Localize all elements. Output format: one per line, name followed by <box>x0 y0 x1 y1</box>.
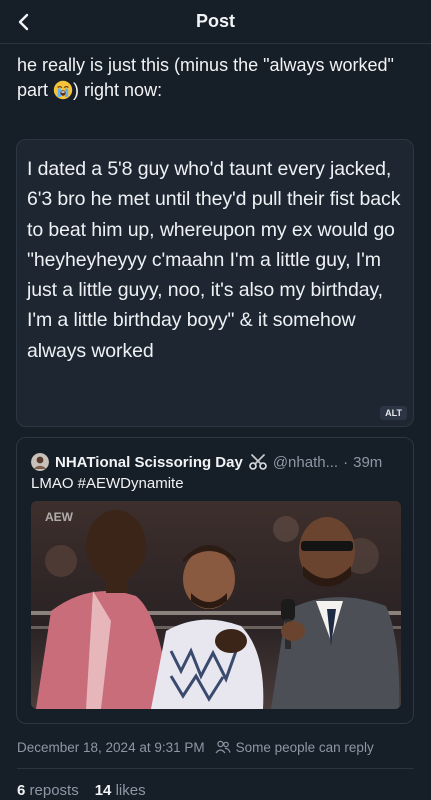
scissors-icon <box>249 454 267 470</box>
reply-setting[interactable]: Some people can reply <box>215 740 374 755</box>
separator-dot: · <box>343 453 349 471</box>
quoted-post-time: 39m <box>353 453 383 471</box>
likes-stat[interactable]: 14 likes <box>95 782 146 799</box>
top-bar: Post <box>0 0 431 44</box>
quoted-author-name[interactable]: NHATional Scissoring Day <box>55 454 243 471</box>
quoted-post[interactable]: NHATional Scissoring Day @nhath... · 39m… <box>16 437 414 724</box>
quoted-author-handle[interactable]: @nhath... <box>273 454 338 471</box>
post-meta: December 18, 2024 at 9:31 PM Some people… <box>17 737 374 757</box>
alt-badge[interactable]: ALT <box>380 406 407 420</box>
likes-label: likes <box>115 782 146 799</box>
post-image[interactable]: I dated a 5'8 guy who'd taunt every jack… <box>16 139 414 427</box>
aew-watermark: AEW <box>45 510 74 524</box>
reposts-count: 6 <box>17 782 26 799</box>
post-text-part-2: ) right now: <box>73 80 163 100</box>
post-stats: 6 reposts 14 likes <box>17 782 162 799</box>
post-timestamp: December 18, 2024 at 9:31 PM <box>17 739 205 755</box>
video-thumbnail[interactable]: AEW <box>31 501 401 709</box>
loudly-crying-face-icon <box>53 80 73 100</box>
people-icon <box>215 740 231 754</box>
reply-setting-label: Some people can reply <box>235 739 374 755</box>
reposts-stat[interactable]: 6 reposts <box>17 782 79 799</box>
image-text: I dated a 5'8 guy who'd taunt every jack… <box>27 158 401 362</box>
page-title: Post <box>195 11 235 31</box>
avatar[interactable] <box>31 453 49 471</box>
wrestling-scene-image: AEW <box>31 501 401 709</box>
reposts-label: reposts <box>29 782 79 799</box>
quoted-post-header: NHATional Scissoring Day @nhath... · 39m <box>31 452 405 472</box>
likes-count: 14 <box>94 782 112 799</box>
quoted-post-text: LMAO #AEWDynamite <box>31 475 184 492</box>
post-text: he really is just this (minus the "alway… <box>17 53 413 103</box>
divider <box>17 768 414 769</box>
